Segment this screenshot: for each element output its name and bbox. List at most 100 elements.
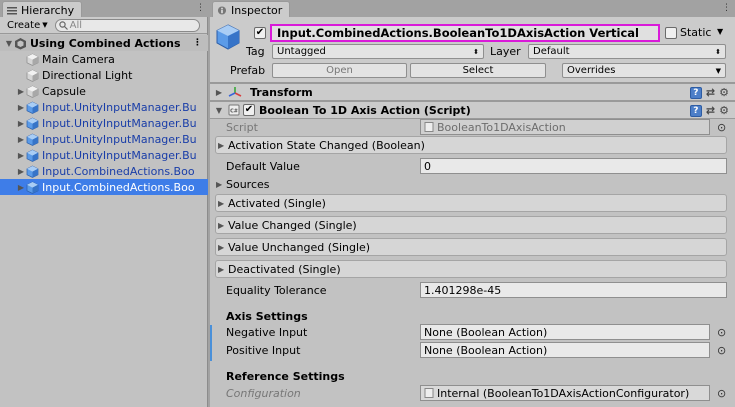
foldout-closed-icon[interactable]: ▶ bbox=[16, 87, 26, 96]
hierarchy-item-label: Directional Light bbox=[42, 68, 133, 82]
event-foldout[interactable]: ▶ Value Changed (Single) bbox=[215, 216, 727, 234]
foldout-closed-icon[interactable]: ▶ bbox=[214, 88, 224, 97]
hierarchy-item[interactable]: ▶ Capsule bbox=[0, 83, 208, 99]
scene-row[interactable]: ▼ Using Combined Actions ⋮ bbox=[0, 35, 208, 51]
foldout-closed-icon: ▶ bbox=[218, 140, 225, 150]
hierarchy-item[interactable]: ▶ Input.UnityInputManager.Bu bbox=[0, 99, 208, 115]
hierarchy-item[interactable]: ▶ Input.UnityInputManager.Bu bbox=[0, 115, 208, 131]
help-icon[interactable]: ? bbox=[689, 104, 702, 117]
preset-icon[interactable]: ⇄ bbox=[706, 104, 715, 117]
hierarchy-tabbar: Hierarchy ⋮ bbox=[0, 0, 208, 17]
scene-name: Using Combined Actions bbox=[30, 36, 181, 50]
prefab-open-label: Open bbox=[326, 65, 353, 76]
hierarchy-item-label: Input.UnityInputManager.Bu bbox=[42, 116, 197, 130]
hierarchy-item[interactable]: ▶ Input.UnityInputManager.Bu bbox=[0, 147, 208, 163]
hierarchy-menu-icon[interactable]: ⋮ bbox=[196, 3, 205, 13]
layer-label: Layer bbox=[490, 45, 521, 58]
overrides-dropdown[interactable]: Overrides ▼ bbox=[562, 63, 726, 78]
search-placeholder: All bbox=[69, 19, 83, 31]
prefab-cube-icon bbox=[26, 181, 39, 194]
prefab-cube-icon bbox=[26, 165, 39, 178]
positive-input-label: Positive Input bbox=[226, 344, 301, 357]
component-enabled-checkbox[interactable]: ✔ bbox=[243, 104, 255, 116]
configuration-value: Internal (BooleanTo1DAxisActionConfigura… bbox=[437, 386, 690, 400]
component-header[interactable]: ▼ C# ✔ Boolean To 1D Axis Action (Script… bbox=[210, 101, 735, 119]
prefab-label: Prefab bbox=[230, 64, 266, 77]
object-picker-icon[interactable]: ⊙ bbox=[717, 344, 726, 357]
prefab-open-button[interactable]: Open bbox=[272, 63, 407, 78]
hierarchy-item[interactable]: ▶ Input.UnityInputManager.Bu bbox=[0, 131, 208, 147]
gameobject-cube-icon bbox=[26, 53, 39, 66]
equality-field[interactable]: 1.401298e-45 bbox=[420, 282, 727, 298]
event-label: Value Unchanged (Single) bbox=[228, 240, 371, 254]
hierarchy-item-label: Input.UnityInputManager.Bu bbox=[42, 132, 197, 146]
foldout-open-icon[interactable]: ▼ bbox=[4, 39, 14, 48]
layer-dropdown[interactable]: Default ⬍ bbox=[528, 44, 726, 59]
equality-value: 1.401298e-45 bbox=[424, 283, 502, 297]
static-checkbox[interactable] bbox=[665, 27, 677, 39]
search-input[interactable]: All bbox=[54, 18, 200, 32]
tab-hierarchy[interactable]: Hierarchy bbox=[2, 1, 82, 17]
script-file-icon bbox=[424, 122, 434, 132]
object-picker-icon[interactable]: ⊙ bbox=[717, 121, 726, 134]
create-button[interactable]: Create ▼ bbox=[4, 20, 51, 31]
static-label: Static bbox=[680, 26, 712, 39]
foldout-closed-icon[interactable]: ▶ bbox=[16, 103, 26, 112]
inspector-menu-icon[interactable]: ⋮ bbox=[722, 3, 731, 13]
scene-menu-icon[interactable]: ⋮ bbox=[193, 38, 202, 48]
default-value-field[interactable]: 0 bbox=[420, 158, 727, 174]
tab-inspector[interactable]: Inspector bbox=[212, 1, 290, 17]
event-foldout[interactable]: ▶ Value Unchanged (Single) bbox=[215, 238, 727, 256]
event-foldout[interactable]: ▶ Activated (Single) bbox=[215, 194, 727, 212]
configuration-label: Configuration bbox=[226, 387, 301, 400]
sources-label: Sources bbox=[226, 178, 270, 191]
active-checkbox[interactable]: ✔ bbox=[254, 27, 266, 39]
positive-input-field[interactable]: None (Boolean Action) bbox=[420, 342, 710, 358]
prefab-cube-icon bbox=[26, 133, 39, 146]
object-picker-icon[interactable]: ⊙ bbox=[717, 326, 726, 339]
preset-icon[interactable]: ⇄ bbox=[706, 86, 715, 99]
prefab-select-label: Select bbox=[462, 65, 494, 76]
inspector-panel: ✔ Input.CombinedActions.BooleanTo1DAxisA… bbox=[210, 17, 735, 407]
hierarchy-item[interactable]: Main Camera bbox=[0, 51, 208, 67]
dropdown-arrow-icon: ⬍ bbox=[473, 47, 479, 56]
foldout-open-icon[interactable]: ▼ bbox=[214, 106, 224, 115]
foldout-closed-icon[interactable]: ▶ bbox=[16, 119, 26, 128]
script-icon: C# bbox=[228, 104, 240, 116]
hierarchy-item-label: Input.UnityInputManager.Bu bbox=[42, 148, 197, 162]
foldout-closed-icon[interactable]: ▶ bbox=[16, 167, 26, 176]
modified-indicator bbox=[210, 325, 212, 361]
default-value-label: Default Value bbox=[226, 160, 300, 173]
hierarchy-item[interactable]: Directional Light bbox=[0, 67, 208, 83]
activation-event-foldout[interactable]: ▶ Activation State Changed (Boolean) bbox=[215, 136, 727, 154]
event-foldout[interactable]: ▶ Deactivated (Single) bbox=[215, 260, 727, 278]
configuration-field[interactable]: Internal (BooleanTo1DAxisActionConfigura… bbox=[420, 385, 710, 401]
object-picker-icon[interactable]: ⊙ bbox=[717, 387, 726, 400]
negative-input-field[interactable]: None (Boolean Action) bbox=[420, 324, 710, 340]
gear-icon[interactable]: ⚙ bbox=[719, 104, 729, 117]
chevron-down-icon: ▼ bbox=[42, 21, 48, 29]
tag-label: Tag bbox=[246, 45, 265, 58]
object-name-field[interactable]: Input.CombinedActions.BooleanTo1DAxisAct… bbox=[270, 24, 660, 42]
event-label: Deactivated (Single) bbox=[228, 262, 341, 276]
static-dropdown-icon[interactable]: ▼ bbox=[717, 27, 723, 36]
foldout-closed-icon[interactable]: ▶ bbox=[16, 183, 26, 192]
tag-dropdown[interactable]: Untagged ⬍ bbox=[272, 44, 484, 59]
gear-icon[interactable]: ⚙ bbox=[719, 86, 729, 99]
help-icon[interactable]: ? bbox=[689, 86, 702, 99]
hierarchy-toolbar: Create ▼ All bbox=[0, 17, 207, 34]
svg-text:C#: C# bbox=[230, 109, 238, 115]
event-label: Value Changed (Single) bbox=[228, 218, 357, 232]
info-icon bbox=[217, 5, 227, 15]
transform-header[interactable]: ▶ Transform ? ⇄ ⚙ bbox=[210, 83, 735, 101]
negative-input-value: None (Boolean Action) bbox=[424, 325, 548, 339]
prefab-select-button[interactable]: Select bbox=[410, 63, 546, 78]
script-file-icon bbox=[424, 388, 434, 398]
sources-foldout-icon[interactable]: ▶ bbox=[216, 180, 222, 189]
negative-input-label: Negative Input bbox=[226, 326, 308, 339]
foldout-closed-icon[interactable]: ▶ bbox=[16, 151, 26, 160]
prefab-cube-icon bbox=[216, 24, 240, 50]
hierarchy-item[interactable]: ▶ Input.CombinedActions.Boo bbox=[0, 163, 208, 179]
foldout-closed-icon[interactable]: ▶ bbox=[16, 135, 26, 144]
hierarchy-item[interactable]: ▶ Input.CombinedActions.Boo bbox=[0, 179, 208, 195]
